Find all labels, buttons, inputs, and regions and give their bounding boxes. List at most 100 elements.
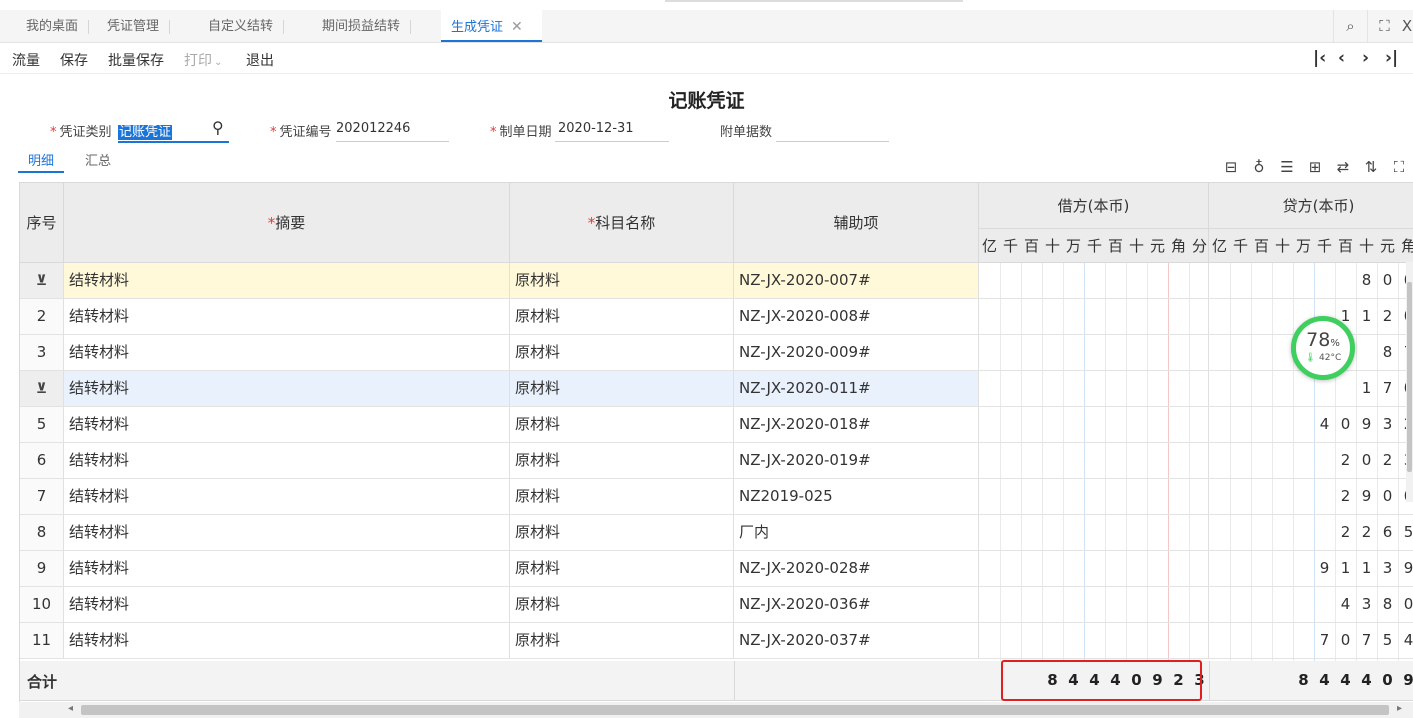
save-button[interactable]: 保存 <box>60 50 88 70</box>
row-aux[interactable]: NZ-JX-2020-037# <box>734 623 979 658</box>
sort-icon[interactable]: ⇅ <box>1357 158 1385 176</box>
row-aux[interactable]: NZ-JX-2020-036# <box>734 587 979 622</box>
row-aux[interactable]: NZ-JX-2020-007# <box>734 263 979 298</box>
tab-voucher-management[interactable]: 凭证管理 <box>97 10 171 42</box>
row-aux[interactable]: NZ-JX-2020-028# <box>734 551 979 586</box>
scroll-right-arrow[interactable]: ▸ <box>1397 703 1402 714</box>
row-summary[interactable]: 结转材料 <box>64 587 510 622</box>
row-summary[interactable]: 结转材料 <box>64 335 510 370</box>
tab-period-pl-carryover[interactable]: 期间损益结转 <box>312 10 412 42</box>
first-page-icon[interactable]: |‹ <box>1313 48 1326 68</box>
row-credit[interactable]: 911399 <box>1209 551 1413 586</box>
row-summary[interactable]: 结转材料 <box>64 551 510 586</box>
row-credit[interactable]: 22654 <box>1209 515 1413 550</box>
table-row[interactable]: 6结转材料原材料NZ-JX-2020-019# 2023( <box>20 443 1413 479</box>
table-row[interactable]: 11结转材料原材料NZ-JX-2020-037# 70754( <box>20 623 1413 659</box>
insert-row-icon[interactable]: ⊻ <box>36 264 47 298</box>
row-credit[interactable]: 2023( <box>1209 443 1413 478</box>
insert-row-icon[interactable]: ⊻ <box>36 372 47 406</box>
print-button[interactable]: 打印 ⌄ <box>184 50 222 70</box>
row-credit[interactable]: 2900( <box>1209 479 1413 514</box>
tab-desktop[interactable]: 我的桌面 <box>16 10 90 42</box>
calculator-icon[interactable]: ⊟ <box>1217 158 1245 176</box>
row-summary[interactable]: 结转材料 <box>64 371 510 406</box>
row-summary[interactable]: 结转材料 <box>64 407 510 442</box>
row-debit[interactable] <box>979 263 1209 298</box>
list-icon[interactable]: ☰ <box>1273 158 1301 176</box>
tab-custom-carryover[interactable]: 自定义结转 <box>198 10 285 42</box>
swap-icon[interactable]: ⇄ <box>1329 158 1357 176</box>
columns-icon[interactable]: ⊞ <box>1301 158 1329 176</box>
voucher-type-field[interactable]: 记账凭证 <box>118 121 173 140</box>
table-row[interactable]: 5结转材料原材料NZ-JX-2020-018# 409325 <box>20 407 1413 443</box>
row-summary[interactable]: 结转材料 <box>64 515 510 550</box>
row-credit[interactable]: 800( <box>1209 263 1413 298</box>
row-account[interactable]: 原材料 <box>510 335 734 370</box>
row-account[interactable]: 原材料 <box>510 371 734 406</box>
prev-page-icon[interactable]: ‹ <box>1338 48 1345 68</box>
row-aux[interactable]: NZ-JX-2020-008# <box>734 299 979 334</box>
row-summary[interactable]: 结转材料 <box>64 479 510 514</box>
row-debit[interactable] <box>979 623 1209 658</box>
table-row[interactable]: ⊻结转材料原材料NZ-JX-2020-011#170( <box>20 371 1413 407</box>
money-bag-icon[interactable]: ♁ <box>1245 158 1273 176</box>
row-account[interactable]: 原材料 <box>510 623 734 658</box>
row-account[interactable]: 原材料 <box>510 443 734 478</box>
next-page-icon[interactable]: › <box>1362 48 1369 68</box>
row-debit[interactable] <box>979 443 1209 478</box>
tab-summary[interactable]: 汇总 <box>85 150 111 169</box>
row-account[interactable]: 原材料 <box>510 479 734 514</box>
row-aux[interactable]: 厂内 <box>734 515 979 550</box>
row-debit[interactable] <box>979 299 1209 334</box>
table-row[interactable]: 9结转材料原材料NZ-JX-2020-028#911399 <box>20 551 1413 587</box>
row-debit[interactable] <box>979 515 1209 550</box>
expand-icon[interactable]: ⛶ <box>1385 158 1413 176</box>
row-aux[interactable]: NZ2019-025 <box>734 479 979 514</box>
last-page-icon[interactable]: ›| <box>1385 48 1398 68</box>
row-debit[interactable] <box>979 479 1209 514</box>
batch-save-button[interactable]: 批量保存 <box>108 50 164 70</box>
voucher-no-field[interactable]: 202012246 <box>336 121 410 136</box>
row-debit[interactable] <box>979 335 1209 370</box>
row-aux[interactable]: NZ-JX-2020-011# <box>734 371 979 406</box>
row-summary[interactable]: 结转材料 <box>64 299 510 334</box>
tab-detail[interactable]: 明细 <box>28 150 54 169</box>
search-icon[interactable]: ⚲ <box>212 118 224 137</box>
row-aux[interactable]: NZ-JX-2020-019# <box>734 443 979 478</box>
table-row[interactable]: 3结转材料原材料NZ-JX-2020-009#871 <box>20 335 1413 371</box>
table-row[interactable]: 10结转材料原材料NZ-JX-2020-036# 4380( <box>20 587 1413 623</box>
row-debit[interactable] <box>979 407 1209 442</box>
exit-button[interactable]: 退出 <box>246 50 274 70</box>
row-credit[interactable]: 70754( <box>1209 623 1413 658</box>
close-icon[interactable]: X <box>1401 10 1413 42</box>
row-summary[interactable]: 结转材料 <box>64 443 510 478</box>
scroll-thumb[interactable] <box>1407 282 1412 472</box>
row-debit[interactable] <box>979 587 1209 622</box>
row-aux[interactable]: NZ-JX-2020-009# <box>734 335 979 370</box>
flow-button[interactable]: 流量 <box>12 50 40 70</box>
row-account[interactable]: 原材料 <box>510 515 734 550</box>
scroll-thumb[interactable] <box>81 705 1389 715</box>
table-row[interactable]: 7结转材料原材料NZ2019-025 2900( <box>20 479 1413 515</box>
date-field[interactable]: 2020-12-31 <box>558 121 634 136</box>
row-account[interactable]: 原材料 <box>510 407 734 442</box>
close-tab-icon[interactable]: ✕ <box>511 19 523 35</box>
tab-generate-voucher[interactable]: 生成凭证 ✕ <box>441 10 542 42</box>
search-icon[interactable]: ⌕ <box>1333 10 1367 42</box>
row-account[interactable]: 原材料 <box>510 263 734 298</box>
row-debit[interactable] <box>979 551 1209 586</box>
fullscreen-icon[interactable]: ⛶ <box>1367 10 1401 42</box>
row-account[interactable]: 原材料 <box>510 299 734 334</box>
vertical-scrollbar[interactable] <box>1406 262 1413 502</box>
row-summary[interactable]: 结转材料 <box>64 623 510 658</box>
horizontal-scrollbar[interactable]: ◂ ▸ <box>19 702 1413 718</box>
table-row[interactable]: 8结转材料原材料厂内 22654 <box>20 515 1413 551</box>
table-row[interactable]: 2结转材料原材料NZ-JX-2020-008#1120( <box>20 299 1413 335</box>
row-aux[interactable]: NZ-JX-2020-018# <box>734 407 979 442</box>
row-credit[interactable]: 409325 <box>1209 407 1413 442</box>
row-account[interactable]: 原材料 <box>510 551 734 586</box>
row-account[interactable]: 原材料 <box>510 587 734 622</box>
table-row[interactable]: ⊻ 结转材料原材料NZ-JX-2020-007# 800( <box>20 263 1413 299</box>
row-debit[interactable] <box>979 371 1209 406</box>
scroll-left-arrow[interactable]: ◂ <box>68 703 73 714</box>
